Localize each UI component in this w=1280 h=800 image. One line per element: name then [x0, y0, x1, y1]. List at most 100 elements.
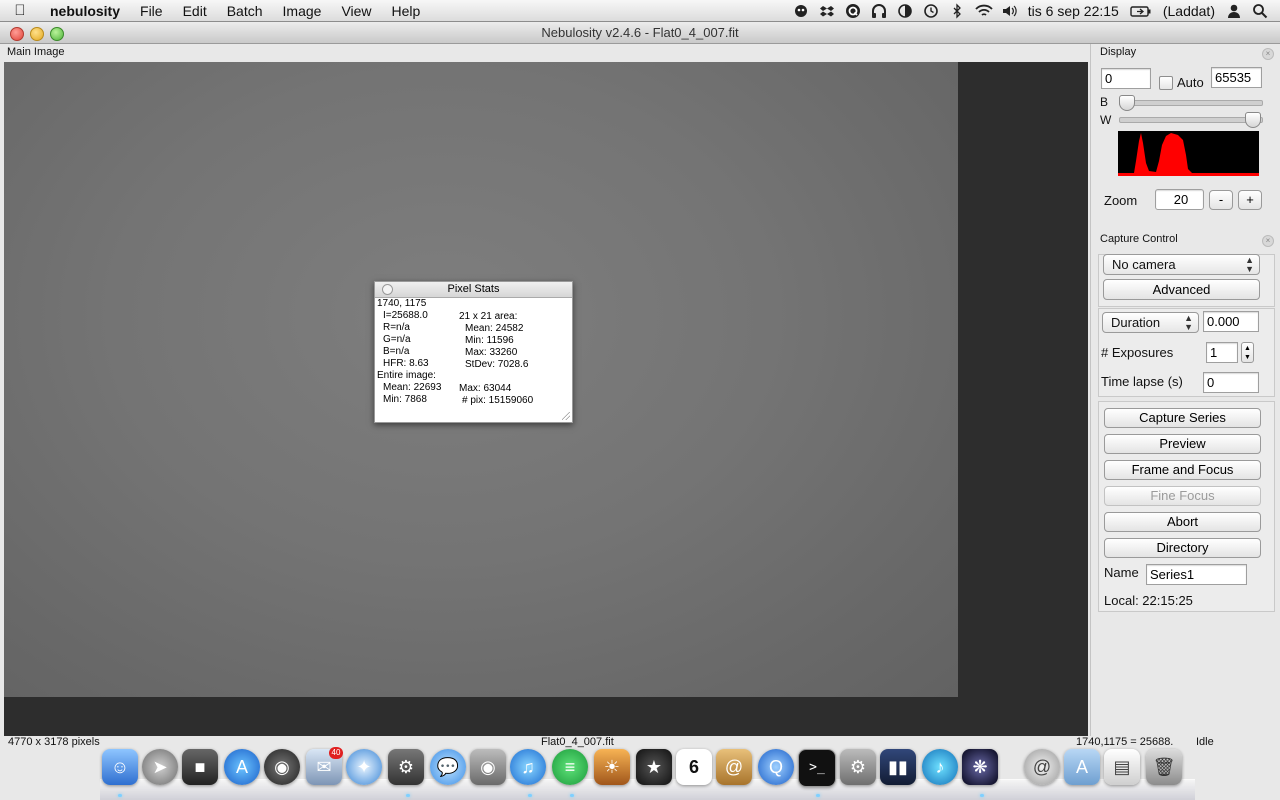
- running-indicator: [570, 794, 574, 797]
- entire-pixel-count: # pix: 15159060: [462, 395, 534, 406]
- q-icon[interactable]: [845, 3, 861, 19]
- display-panel-close-icon[interactable]: ×: [1262, 48, 1274, 60]
- terminal-icon[interactable]: >_: [798, 749, 836, 787]
- capture-series-button[interactable]: Capture Series: [1104, 408, 1261, 428]
- mail-badge: 40: [329, 747, 343, 759]
- series-name-label: Name: [1104, 565, 1139, 580]
- directory-button[interactable]: Directory: [1104, 538, 1261, 558]
- white-point-slider[interactable]: [1119, 117, 1263, 123]
- wifi-icon[interactable]: [975, 3, 993, 19]
- zoom-out-button[interactable]: -: [1209, 190, 1233, 210]
- airmail-icon[interactable]: @: [1024, 749, 1060, 785]
- app-store-icon[interactable]: A: [224, 749, 260, 785]
- launchpad-icon[interactable]: ➤: [142, 749, 178, 785]
- menu-help[interactable]: Help: [382, 0, 431, 22]
- running-indicator: [980, 794, 984, 797]
- iphoto-icon[interactable]: ☀: [594, 749, 630, 785]
- menu-image[interactable]: Image: [273, 0, 332, 22]
- nebulosity-icon[interactable]: ❋: [962, 749, 998, 785]
- volume-icon[interactable]: [1001, 3, 1017, 19]
- calendar-icon[interactable]: 6: [676, 749, 712, 785]
- black-point-slider[interactable]: [1119, 100, 1263, 106]
- address-book-icon[interactable]: @: [716, 749, 752, 785]
- pixel-blue: B=n/a: [383, 346, 410, 357]
- menu-batch[interactable]: Batch: [217, 0, 273, 22]
- timelapse-label: Time lapse (s): [1101, 374, 1183, 389]
- zoom-value-field[interactable]: 20: [1155, 189, 1204, 210]
- bluetooth-icon[interactable]: [949, 2, 965, 19]
- pixel-stats-window[interactable]: Pixel Stats 1740, 1175 I=25688.0 R=n/a G…: [374, 281, 573, 423]
- select-arrows-icon: ▲ ▼: [1245, 255, 1254, 274]
- series-name-input[interactable]: Series1: [1146, 564, 1247, 585]
- window-minimize-button[interactable]: [30, 27, 44, 41]
- battery-icon[interactable]: [1130, 3, 1152, 19]
- itunes-alt-icon[interactable]: ♪: [922, 749, 958, 785]
- area-mean: Mean: 24582: [465, 323, 524, 334]
- timelapse-input[interactable]: 0: [1203, 372, 1259, 393]
- histogram-plot: [1118, 133, 1259, 176]
- dashboard-icon[interactable]: ◉: [264, 749, 300, 785]
- messages-icon[interactable]: 💬: [430, 749, 466, 785]
- zoom-label: Zoom: [1104, 193, 1138, 208]
- time-machine-icon[interactable]: [923, 3, 939, 19]
- headphones-icon[interactable]: [871, 3, 887, 19]
- menu-file[interactable]: File: [130, 0, 173, 22]
- itunes-icon[interactable]: ♫: [510, 749, 546, 785]
- quicktime-icon[interactable]: Q: [758, 749, 794, 785]
- finder-icon[interactable]: ☺: [102, 749, 138, 785]
- exposures-stepper[interactable]: ▲ ▼: [1241, 342, 1254, 363]
- safari-icon[interactable]: ✦: [346, 749, 382, 785]
- capture-panel-close-icon[interactable]: ×: [1262, 235, 1274, 247]
- white-point-slider-knob[interactable]: [1245, 112, 1261, 128]
- dropbox-icon[interactable]: [819, 3, 835, 19]
- pixel-stats-resize-grip[interactable]: [562, 412, 570, 420]
- menu-app-name[interactable]: nebulosity: [40, 0, 130, 22]
- fine-focus-button[interactable]: Fine Focus: [1104, 486, 1261, 506]
- system-preferences-icon[interactable]: ⚙: [840, 749, 876, 785]
- apple-menu-icon[interactable]: : [0, 2, 40, 19]
- duration-select[interactable]: Duration ▲ ▼: [1102, 312, 1199, 333]
- spotlight-search-icon[interactable]: [1252, 3, 1268, 19]
- preview-button[interactable]: Preview: [1104, 434, 1261, 454]
- photo-booth-icon[interactable]: ■: [182, 749, 218, 785]
- black-point-slider-knob[interactable]: [1119, 95, 1135, 111]
- black-point-input[interactable]: 0: [1101, 68, 1151, 89]
- circle-status-icon[interactable]: [897, 3, 913, 19]
- status-state: Idle: [1196, 736, 1214, 748]
- robot-icon[interactable]: [793, 3, 809, 19]
- white-point-input[interactable]: 65535: [1211, 67, 1262, 88]
- auto-stretch-checkbox[interactable]: [1159, 76, 1173, 90]
- menu-edit[interactable]: Edit: [173, 0, 217, 22]
- dock: ☺ ➤ ■ A ◉ ✉ 40 ✦ ⚙ 💬 ◉ ♫ ≡ ☀ ★ 6 @ Q >_ …: [100, 747, 1195, 800]
- running-indicator: [528, 794, 532, 797]
- applications-folder-icon[interactable]: A: [1064, 749, 1100, 785]
- running-indicator: [406, 794, 410, 797]
- window-close-button[interactable]: [10, 27, 24, 41]
- window-zoom-button[interactable]: [50, 27, 64, 41]
- photoshop-icon[interactable]: ▮▮: [880, 749, 916, 785]
- zoom-in-button[interactable]: +: [1238, 190, 1262, 210]
- frame-and-focus-button[interactable]: Frame and Focus: [1104, 460, 1261, 480]
- camera-select-value: No camera: [1112, 257, 1176, 272]
- entire-image-label: Entire image:: [377, 370, 436, 381]
- advanced-button[interactable]: Advanced: [1103, 279, 1260, 300]
- documents-stack-icon[interactable]: ▤: [1104, 749, 1140, 785]
- abort-button[interactable]: Abort: [1104, 512, 1261, 532]
- camera-select[interactable]: No camera ▲ ▼: [1103, 254, 1260, 275]
- battery-status: (Laddat): [1162, 2, 1215, 19]
- duration-input[interactable]: 0.000: [1203, 311, 1259, 332]
- clock[interactable]: tis 6 sep 22:15: [1028, 3, 1119, 19]
- pixel-intensity: I=25688.0: [383, 310, 428, 321]
- exposures-label: # Exposures: [1101, 345, 1174, 360]
- facetime-icon[interactable]: ◉: [470, 749, 506, 785]
- spotify-icon[interactable]: ≡: [552, 749, 588, 785]
- menu-view[interactable]: View: [331, 0, 381, 22]
- exposures-input[interactable]: 1: [1206, 342, 1238, 363]
- imovie-icon[interactable]: ★: [636, 749, 672, 785]
- automator-icon[interactable]: ⚙: [388, 749, 424, 785]
- trash-icon[interactable]: 🗑: [1146, 749, 1182, 785]
- duration-select-value: Duration: [1111, 315, 1161, 330]
- user-icon[interactable]: [1226, 3, 1242, 19]
- pixel-stats-close-button[interactable]: [382, 284, 393, 295]
- pixel-stats-title-bar[interactable]: Pixel Stats: [375, 282, 572, 298]
